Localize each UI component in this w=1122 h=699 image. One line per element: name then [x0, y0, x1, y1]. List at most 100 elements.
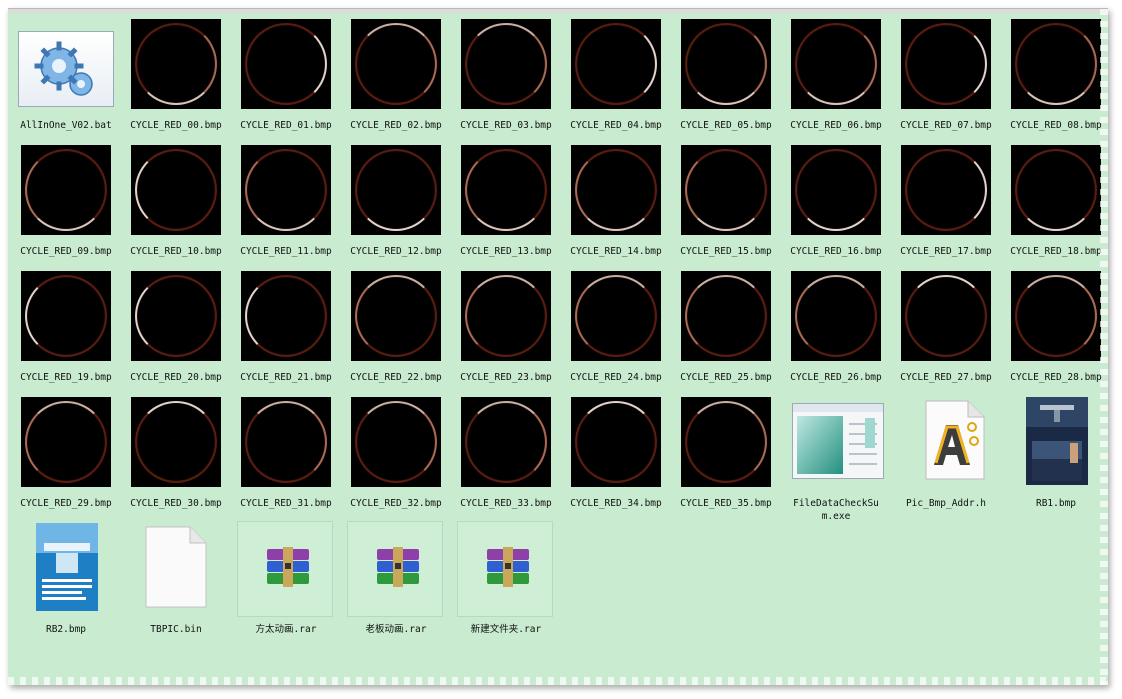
- file-item[interactable]: CYCLE_RED_09.bmp: [18, 143, 114, 267]
- file-item[interactable]: Pic_Bmp_Addr.h: [898, 395, 994, 519]
- window-app-icon: [792, 403, 884, 479]
- red-ring-icon: [795, 275, 877, 357]
- file-item[interactable]: CYCLE_RED_25.bmp: [678, 269, 774, 393]
- circle-thumbnail: [571, 271, 661, 361]
- file-name-label: CYCLE_RED_29.bmp: [20, 498, 112, 509]
- file-name-label: CYCLE_RED_09.bmp: [20, 246, 112, 257]
- file-name-label: CYCLE_RED_02.bmp: [350, 120, 442, 131]
- circle-thumbnail: [791, 271, 881, 361]
- file-item[interactable]: AllInOne_V02.bat: [18, 17, 114, 141]
- file-item[interactable]: FileDataCheckSum.exe: [788, 395, 884, 522]
- red-ring-icon: [355, 275, 437, 357]
- red-ring-icon: [795, 23, 877, 105]
- file-item[interactable]: TBPIC.bin: [128, 521, 224, 645]
- file-item[interactable]: CYCLE_RED_30.bmp: [128, 395, 224, 519]
- file-item[interactable]: 新建文件夹.rar: [457, 521, 554, 645]
- red-ring-icon: [25, 149, 107, 231]
- circle-thumbnail: [241, 145, 331, 235]
- circle-thumbnail: [681, 397, 771, 487]
- file-name-label: CYCLE_RED_14.bmp: [570, 246, 662, 257]
- file-name-label: CYCLE_RED_13.bmp: [460, 246, 552, 257]
- file-item[interactable]: CYCLE_RED_15.bmp: [678, 143, 774, 267]
- red-ring-icon: [1015, 149, 1097, 231]
- file-item[interactable]: CYCLE_RED_29.bmp: [18, 395, 114, 519]
- red-ring-icon: [465, 275, 547, 357]
- circle-thumbnail: [21, 397, 111, 487]
- file-item[interactable]: CYCLE_RED_19.bmp: [18, 269, 114, 393]
- file-item[interactable]: CYCLE_RED_26.bmp: [788, 269, 884, 393]
- file-name-label: CYCLE_RED_15.bmp: [680, 246, 772, 257]
- circle-thumbnail: [901, 19, 991, 109]
- file-item[interactable]: CYCLE_RED_05.bmp: [678, 17, 774, 141]
- winrar-archive-icon: [263, 547, 313, 587]
- file-item[interactable]: 老板动画.rar: [347, 521, 444, 645]
- file-item[interactable]: 方太动画.rar: [237, 521, 334, 645]
- circle-thumbnail: [681, 145, 771, 235]
- circle-thumbnail: [351, 397, 441, 487]
- file-item[interactable]: CYCLE_RED_14.bmp: [568, 143, 664, 267]
- file-item[interactable]: CYCLE_RED_06.bmp: [788, 17, 884, 141]
- red-ring-icon: [575, 275, 657, 357]
- circle-thumbnail: [131, 397, 221, 487]
- file-name-label: CYCLE_RED_03.bmp: [460, 120, 552, 131]
- file-name-label: RB2.bmp: [45, 624, 87, 635]
- circle-thumbnail: [131, 145, 221, 235]
- file-item[interactable]: CYCLE_RED_23.bmp: [458, 269, 554, 393]
- file-item[interactable]: CYCLE_RED_13.bmp: [458, 143, 554, 267]
- circle-thumbnail: [351, 19, 441, 109]
- file-name-label: TBPIC.bin: [150, 624, 202, 635]
- file-item[interactable]: CYCLE_RED_03.bmp: [458, 17, 554, 141]
- file-item[interactable]: CYCLE_RED_34.bmp: [568, 395, 664, 519]
- file-item[interactable]: CYCLE_RED_32.bmp: [348, 395, 444, 519]
- file-name-label: CYCLE_RED_00.bmp: [130, 120, 222, 131]
- red-ring-icon: [905, 23, 987, 105]
- file-item[interactable]: CYCLE_RED_27.bmp: [898, 269, 994, 393]
- circle-thumbnail: [571, 397, 661, 487]
- file-item[interactable]: CYCLE_RED_04.bmp: [568, 17, 664, 141]
- red-ring-icon: [465, 23, 547, 105]
- circle-thumbnail: [21, 271, 111, 361]
- file-name-label: RB1.bmp: [1035, 498, 1077, 509]
- file-name-label: CYCLE_RED_01.bmp: [240, 120, 332, 131]
- red-ring-icon: [465, 149, 547, 231]
- file-item[interactable]: CYCLE_RED_33.bmp: [458, 395, 554, 519]
- circle-thumbnail: [461, 19, 551, 109]
- circle-thumbnail: [351, 145, 441, 235]
- red-ring-icon: [355, 401, 437, 483]
- file-item[interactable]: CYCLE_RED_16.bmp: [788, 143, 884, 267]
- file-item[interactable]: CYCLE_RED_22.bmp: [348, 269, 444, 393]
- file-item[interactable]: CYCLE_RED_35.bmp: [678, 395, 774, 519]
- red-ring-icon: [575, 401, 657, 483]
- file-item[interactable]: CYCLE_RED_17.bmp: [898, 143, 994, 267]
- file-item[interactable]: RB1.bmp: [1008, 395, 1104, 519]
- file-name-label: FileDataCheckSum.exe: [793, 498, 879, 522]
- file-item[interactable]: CYCLE_RED_18.bmp: [1008, 143, 1104, 267]
- file-item[interactable]: CYCLE_RED_21.bmp: [238, 269, 334, 393]
- file-item[interactable]: CYCLE_RED_28.bmp: [1008, 269, 1104, 393]
- circle-thumbnail: [901, 271, 991, 361]
- torn-bottom-edge: [8, 677, 1108, 685]
- file-item[interactable]: CYCLE_RED_08.bmp: [1008, 17, 1104, 141]
- circle-thumbnail: [901, 145, 991, 235]
- file-item[interactable]: CYCLE_RED_02.bmp: [348, 17, 444, 141]
- file-item[interactable]: CYCLE_RED_00.bmp: [128, 17, 224, 141]
- file-item[interactable]: RB2.bmp: [18, 521, 114, 645]
- file-item[interactable]: CYCLE_RED_01.bmp: [238, 17, 334, 141]
- file-item[interactable]: CYCLE_RED_12.bmp: [348, 143, 444, 267]
- file-item[interactable]: CYCLE_RED_20.bmp: [128, 269, 224, 393]
- red-ring-icon: [685, 23, 767, 105]
- file-name-label: CYCLE_RED_33.bmp: [460, 498, 552, 509]
- file-item[interactable]: CYCLE_RED_24.bmp: [568, 269, 664, 393]
- red-ring-icon: [135, 275, 217, 357]
- file-name-label: CYCLE_RED_08.bmp: [1010, 120, 1102, 131]
- red-ring-icon: [905, 149, 987, 231]
- file-item[interactable]: CYCLE_RED_11.bmp: [238, 143, 334, 267]
- file-name-label: CYCLE_RED_18.bmp: [1010, 246, 1102, 257]
- torn-right-edge: [1100, 9, 1108, 685]
- file-name-label: CYCLE_RED_22.bmp: [350, 372, 442, 383]
- red-ring-icon: [465, 401, 547, 483]
- circle-thumbnail: [571, 145, 661, 235]
- file-item[interactable]: CYCLE_RED_10.bmp: [128, 143, 224, 267]
- file-item[interactable]: CYCLE_RED_31.bmp: [238, 395, 334, 519]
- file-item[interactable]: CYCLE_RED_07.bmp: [898, 17, 994, 141]
